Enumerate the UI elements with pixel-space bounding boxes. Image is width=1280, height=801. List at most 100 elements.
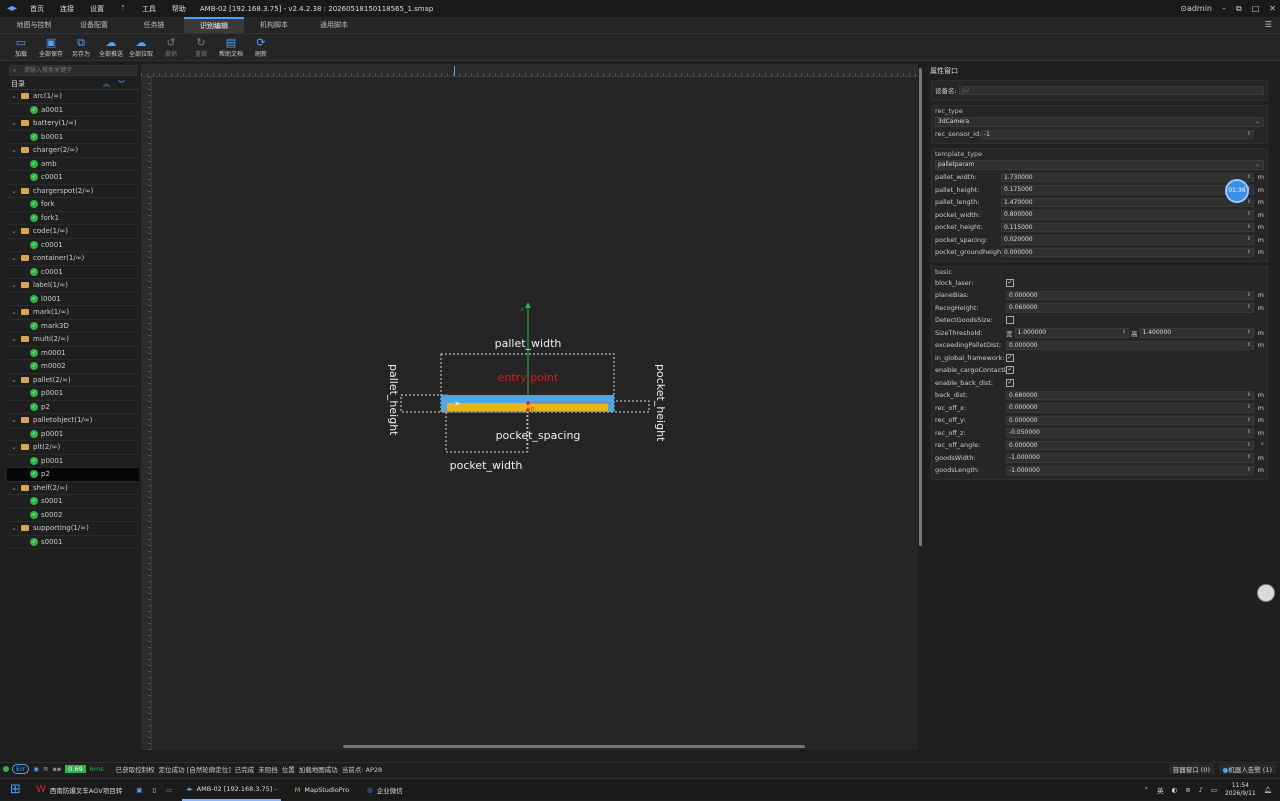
chevron-down-icon[interactable]: ⌄ — [11, 146, 21, 154]
user-account[interactable]: ⊙admin — [1180, 4, 1212, 13]
taskbar-item-amb[interactable]: ◂▸ AMB-02 [192.168.3.75] - — [182, 779, 281, 801]
refresh-button[interactable]: ⟳ 刷新 — [246, 34, 276, 60]
tree-group[interactable]: ⌄ battery(1/∞) — [7, 117, 139, 131]
taskbar-item-mapstudio[interactable]: M MapStudioPro — [291, 779, 353, 801]
param-input[interactable]: -1.000000 ⇕ — [1006, 465, 1254, 475]
menu-home[interactable]: 首页 — [24, 4, 50, 14]
close-button[interactable]: ✕ — [1269, 4, 1276, 13]
timer-badge[interactable]: 01:36 — [1225, 179, 1249, 203]
param-input[interactable]: 1.730000 ⇕ — [1001, 172, 1254, 182]
tree-item[interactable]: ✓ p0001 — [7, 428, 139, 441]
tree-item[interactable]: ✓ amb — [7, 158, 139, 171]
chevron-down-icon[interactable]: ⌄ — [11, 92, 21, 100]
tree-group[interactable]: ⌄ label(1/∞) — [7, 279, 139, 293]
pull-all-button[interactable]: ☁ 全部拉取 — [126, 34, 156, 60]
rec-type-select[interactable]: 3dCamera ⌄ — [935, 117, 1264, 127]
tree-item[interactable]: ✓ p0001 — [7, 455, 139, 468]
spinner-icon[interactable]: ⇕ — [1247, 131, 1251, 139]
container-window-button[interactable]: 容器窗口 (0) — [1168, 764, 1214, 774]
spinner-icon[interactable]: ⇕ — [1247, 329, 1251, 337]
expand-all-icon[interactable]: ︾ — [118, 80, 133, 88]
tree-group[interactable]: ⌄ plt(2/∞) — [7, 441, 139, 455]
param-input[interactable]: 0.060000 ⇕ — [1006, 303, 1254, 313]
tree-group[interactable]: ⌄ arc(1/∞) — [7, 90, 139, 104]
spinner-icon[interactable]: ⇕ — [1122, 329, 1126, 337]
menu-settings[interactable]: 设置 — [84, 4, 110, 14]
param-checkbox[interactable]: ✓ — [1006, 378, 1014, 387]
spinner-icon[interactable]: ⇕ — [1247, 454, 1251, 462]
param-input[interactable]: 0.000000 ⇕ — [1006, 415, 1254, 425]
height-input[interactable]: 1.400000 ⇕ — [1139, 328, 1254, 338]
restore-button[interactable]: ⧉ — [1236, 4, 1242, 14]
menu-tools[interactable]: 工具 — [136, 4, 162, 14]
tree-item[interactable]: ✓ p2 — [7, 401, 139, 414]
param-input[interactable]: -1.000000 ⇕ — [1006, 453, 1254, 463]
collapse-all-icon[interactable]: ︽ — [103, 80, 118, 88]
tree-group[interactable]: ⌄ mark(1/∞) — [7, 306, 139, 320]
param-input[interactable]: 0.000000 ⇕ — [1006, 340, 1254, 350]
spinner-icon[interactable]: ⇕ — [1247, 417, 1251, 425]
menu-connect[interactable]: 连接 — [54, 4, 80, 14]
chevron-down-icon[interactable]: ⌄ — [11, 254, 21, 262]
device-name-field[interactable]: p2 — [959, 85, 1264, 95]
param-input[interactable]: 0.800000 ⇕ — [1001, 210, 1254, 220]
tree-group[interactable]: ⌄ container(1/∞) — [7, 252, 139, 266]
undo-button[interactable]: ↺ 撤销 — [156, 34, 186, 60]
chevron-down-icon[interactable]: ⌄ — [11, 227, 21, 235]
param-checkbox[interactable]: ✓ — [1006, 366, 1014, 375]
chevron-down-icon[interactable]: ⌄ — [11, 187, 21, 195]
ime-mode-icon[interactable]: ◐ — [1172, 786, 1178, 794]
maximize-button[interactable]: □ — [1252, 4, 1260, 13]
tree-group[interactable]: ⌄ shelf(2/∞) — [7, 482, 139, 495]
param-input[interactable]: 1.470000 ⇕ — [1001, 197, 1254, 207]
spinner-icon[interactable]: ⇕ — [1247, 304, 1251, 312]
tree-item[interactable]: ✓ p0001 — [7, 387, 139, 401]
param-input[interactable]: 0.175000⇕ — [1001, 185, 1254, 195]
layout-settings-icon[interactable]: ☰ — [1265, 20, 1272, 29]
spinner-icon[interactable]: ⇕ — [1247, 249, 1251, 257]
tree-item[interactable]: ✓ mark3D — [7, 320, 139, 333]
param-input[interactable]: 0.000000 ⇕ — [1006, 403, 1254, 413]
template-type-select[interactable]: palletparam ⌄ — [935, 160, 1264, 170]
rec-sensor-id-field[interactable]: -1 ⇕ — [981, 129, 1254, 139]
spinner-icon[interactable]: ⇕ — [1247, 467, 1251, 475]
wifi-tray-icon[interactable]: ≋ — [1185, 786, 1190, 794]
minimize-button[interactable]: – — [1222, 4, 1226, 13]
search-input[interactable]: ⌕ 请输入搜索关键字 — [9, 65, 137, 76]
spinner-icon[interactable]: ⇕ — [1247, 211, 1251, 219]
spinner-icon[interactable]: ⇕ — [1247, 224, 1251, 232]
spinner-icon[interactable]: ⇕ — [1247, 236, 1251, 244]
param-input[interactable]: 0.000000 ⇕ — [1006, 290, 1254, 300]
chevron-down-icon[interactable]: ⌄ — [11, 281, 21, 289]
menu-help[interactable]: 帮助 — [166, 4, 192, 14]
param-checkbox[interactable]: ✓ — [1006, 353, 1014, 362]
chevron-down-icon[interactable]: ⌄ — [11, 335, 21, 343]
recognition-canvas[interactable]: z ‹ 0 pallet_width entry point pocket_sp… — [141, 64, 918, 750]
tab-recognition-edit[interactable]: 识别编辑 — [184, 17, 244, 33]
width-input[interactable]: 1.000000 ⇕ — [1014, 328, 1129, 338]
redo-button[interactable]: ↻ 重做 — [186, 34, 216, 60]
tree-item[interactable]: ✓ c0001 — [7, 239, 139, 252]
tree-group[interactable]: ⌄ multi(2/∞) — [7, 333, 139, 347]
spinner-icon[interactable]: ⇕ — [1247, 429, 1251, 437]
clock[interactable]: 11:54 2026/9/11 — [1225, 782, 1256, 798]
tree-item[interactable]: ✓ s0001 — [7, 536, 139, 549]
param-input[interactable]: 0.000000 ⇕ — [1006, 440, 1254, 450]
tree-item[interactable]: ✓ s0002 — [7, 509, 139, 522]
tree-group[interactable]: ⌄ charger(2/∞) — [7, 144, 139, 158]
tab-task-chain[interactable]: 任务链 — [124, 17, 184, 33]
spinner-icon[interactable]: ⇕ — [1247, 199, 1251, 207]
notification-icon[interactable]: 🔔︎ — [1264, 786, 1272, 794]
horizontal-scrollbar[interactable] — [343, 745, 805, 748]
ime-indicator[interactable]: 英 — [1157, 785, 1164, 795]
chevron-down-icon[interactable]: ⌄ — [11, 443, 21, 451]
chevron-down-icon[interactable]: ⌄ — [11, 524, 21, 532]
help-doc-button[interactable]: ▤ 帮助文档 — [216, 34, 246, 60]
robot-alarm-button[interactable]: ●机器人告警 (1) — [1218, 764, 1276, 774]
tree-group[interactable]: ⌄ palletobject(1/∞) — [7, 414, 139, 428]
tray-chevron-icon[interactable]: ⌃ — [1144, 786, 1149, 794]
quick-action-icon[interactable]: ⇡ — [114, 4, 132, 14]
tab-device-config[interactable]: 设备配置 — [64, 17, 124, 33]
tree-group[interactable]: ⌄ pallet(2/∞) — [7, 374, 139, 387]
chevron-down-icon[interactable]: ⌄ — [11, 308, 21, 316]
